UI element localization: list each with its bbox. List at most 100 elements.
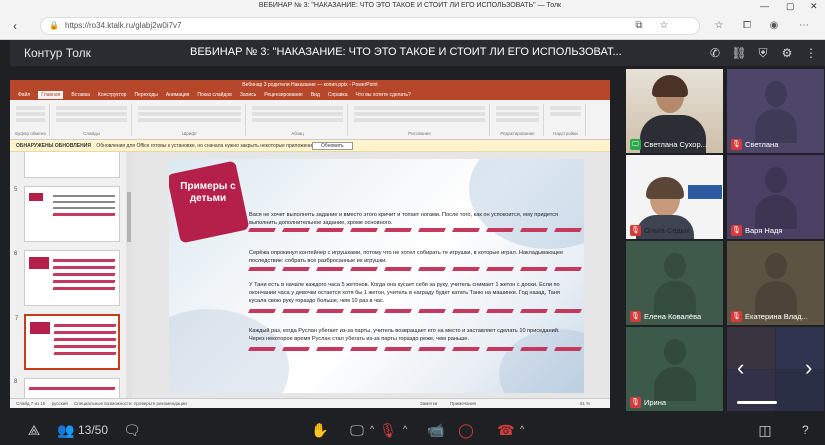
- profile-icon[interactable]: ◉: [765, 17, 783, 35]
- ribbon-tab[interactable]: Справка: [328, 92, 348, 98]
- chat-icon[interactable]: 🗨: [122, 420, 142, 440]
- powerpoint-status-bar: Слайд 7 из 15 русский Специальные возмож…: [10, 398, 610, 408]
- mic-off-icon: 🎙: [731, 310, 742, 322]
- screen-share-icon[interactable]: 🖵: [347, 420, 367, 440]
- participant-tile[interactable]: 🖵 Светлана Сухор...: [626, 69, 723, 153]
- ribbon-group: Слайды: [52, 104, 132, 136]
- participant-tile[interactable]: 🎙 Варя Надя: [727, 155, 824, 239]
- chevron-up-icon[interactable]: ^: [520, 424, 524, 434]
- shield-icon[interactable]: ⛨: [754, 44, 772, 62]
- slide-thumbnail-selected[interactable]: 7: [15, 314, 120, 370]
- chevron-up-icon[interactable]: ^: [370, 424, 374, 434]
- slide-paragraph: Каждый раз, когда Руслан убегает из-за п…: [249, 328, 560, 342]
- status-slide-count: Слайд 7 из 15: [16, 401, 46, 406]
- current-slide: Примеры с детьми Вася не хочет выполнять…: [169, 159, 584, 393]
- layout-icon[interactable]: ◫: [755, 420, 775, 440]
- browser-tab-title[interactable]: ВЕБИНАР № 3: "НАКАЗАНИЕ: ЧТО ЭТО ТАКОЕ И…: [250, 2, 570, 9]
- slide-thumbnail[interactable]: [24, 152, 120, 178]
- participants-icon[interactable]: 👥: [56, 420, 76, 440]
- ribbon-group: Шрифт: [134, 104, 246, 136]
- address-bar[interactable]: 🔒 https://ro34.ktalk.ru/glabj2w0i7v7: [40, 17, 700, 35]
- mic-off-icon: 🎙: [630, 310, 641, 322]
- participant-label: 🎙 Ольга Седых: [630, 224, 690, 236]
- avatar: [755, 253, 797, 315]
- slide-stripes: [248, 347, 582, 353]
- participant-label: 🎙 Варя Надя: [731, 224, 782, 236]
- participants-more-tile[interactable]: ‹ ›: [727, 327, 824, 411]
- mic-off-icon: 🎙: [630, 396, 641, 408]
- help-button[interactable]: ?: [802, 423, 809, 437]
- more-icon[interactable]: ⋯: [795, 17, 813, 35]
- close-icon[interactable]: ✕: [810, 1, 818, 12]
- participant-label: 🎙 Екатерина Влад...: [731, 310, 808, 322]
- raise-hand-icon[interactable]: ✋: [310, 420, 330, 440]
- shapes-icon[interactable]: ⟁: [24, 420, 44, 440]
- gear-icon[interactable]: ⚙: [778, 44, 796, 62]
- slide-paragraph: Серёжа опрокинул контейнер с игрушками, …: [249, 250, 564, 264]
- slide-stripes: [248, 309, 582, 315]
- ribbon-tab[interactable]: Главная: [38, 91, 64, 99]
- ribbon-tab[interactable]: Показ слайдов: [197, 92, 231, 98]
- camera-icon[interactable]: 📹: [426, 420, 446, 440]
- ribbon-tab[interactable]: Переходы: [134, 92, 157, 98]
- ribbon-tab[interactable]: Что вы хотите сделать?: [356, 92, 411, 98]
- slide-thumbnail[interactable]: 8: [14, 378, 120, 398]
- grid-icon[interactable]: ⋮: [802, 44, 820, 62]
- ribbon-tab[interactable]: Анимация: [166, 92, 189, 98]
- powerpoint-ribbon: Буфер обмена Слайды Шрифт Абзац Рисовани…: [10, 100, 610, 140]
- chevron-left-icon[interactable]: ‹: [737, 355, 744, 381]
- back-icon[interactable]: ‹: [6, 17, 24, 35]
- participant-name: Елена Ковалёва: [644, 311, 702, 321]
- maximize-icon[interactable]: ▢: [786, 1, 795, 12]
- ribbon-tab[interactable]: Вид: [311, 92, 320, 98]
- participant-label: 🎙 Елена Ковалёва: [630, 310, 701, 322]
- link-icon[interactable]: ⛓: [730, 44, 748, 62]
- slide-paragraph: У Тани есть в начале каждого часа 5 жето…: [249, 282, 560, 304]
- hang-up-icon[interactable]: ☎: [496, 420, 516, 440]
- status-notes[interactable]: Заметки: [420, 399, 437, 408]
- participant-tile[interactable]: 🎙 Ирина: [626, 327, 723, 411]
- ribbon-tab[interactable]: Вставка: [71, 92, 90, 98]
- update-infobar: ОБНАРУЖЕНЫ ОБНОВЛЕНИЯ Обновления для Off…: [10, 140, 610, 152]
- ribbon-tab[interactable]: Файл: [18, 92, 30, 98]
- collections-icon[interactable]: ⧠: [738, 17, 756, 35]
- avatar: [654, 339, 696, 401]
- update-button[interactable]: Обновить: [312, 142, 353, 150]
- participants-count[interactable]: 13/50: [78, 423, 108, 437]
- ribbon-tab[interactable]: Конструктор: [98, 92, 127, 98]
- favorite-star-icon[interactable]: ☆: [655, 17, 673, 35]
- browser-tabstrip: ВЕБИНАР № 3: "НАКАЗАНИЕ: ЧТО ЭТО ТАКОЕ И…: [0, 0, 825, 14]
- participant-tile[interactable]: 🎙 Елена Ковалёва: [626, 241, 723, 325]
- status-comments[interactable]: Примечания: [450, 399, 476, 408]
- chevron-up-icon[interactable]: ^: [403, 424, 407, 434]
- ribbon-group: Рисование: [350, 104, 490, 136]
- minimize-icon[interactable]: —: [760, 1, 769, 11]
- ribbon-group: Надстройки: [546, 104, 586, 136]
- ribbon-group: Редактирование: [492, 104, 544, 136]
- mic-off-icon[interactable]: 🎙: [378, 420, 398, 440]
- participant-tile[interactable]: 🎙 Ольга Седых: [626, 155, 723, 239]
- record-icon[interactable]: ◯: [456, 420, 476, 440]
- ribbon-tab[interactable]: Рецензирование: [264, 92, 303, 98]
- slide-badge-text: Примеры с детьми: [180, 181, 236, 204]
- favorites-icon[interactable]: ☆: [710, 17, 728, 35]
- participant-name: Светлана: [745, 139, 779, 149]
- chevron-right-icon[interactable]: ›: [805, 355, 812, 381]
- phone-icon[interactable]: ✆: [706, 44, 724, 62]
- ribbon-tab[interactable]: Запись: [240, 92, 256, 98]
- powerpoint-title-bar: Вебинар 3 родители Наказание — копия.ppt…: [10, 80, 610, 90]
- page-indicator: [737, 401, 777, 404]
- participant-name: Екатерина Влад...: [745, 311, 808, 321]
- participant-tile[interactable]: 🎙 Светлана: [727, 69, 824, 153]
- slide-thumbnail[interactable]: 6: [14, 250, 120, 306]
- mic-off-icon: 🎙: [731, 138, 742, 150]
- open-in-app-icon[interactable]: ⧉: [630, 17, 648, 35]
- status-zoom[interactable]: 81 %: [580, 399, 590, 408]
- slide-thumbnail[interactable]: 5: [14, 186, 120, 242]
- participant-tile[interactable]: 🎙 Екатерина Влад...: [727, 241, 824, 325]
- app-header: Контур Толк ВЕБИНАР № 3: "НАКАЗАНИЕ: ЧТО…: [10, 40, 825, 66]
- lock-icon: 🔒: [49, 21, 59, 30]
- ribbon-group: Буфер обмена: [12, 104, 50, 136]
- slide-stripes: [248, 228, 582, 234]
- status-accessibility[interactable]: Специальные возможности: проверьте реком…: [74, 401, 187, 406]
